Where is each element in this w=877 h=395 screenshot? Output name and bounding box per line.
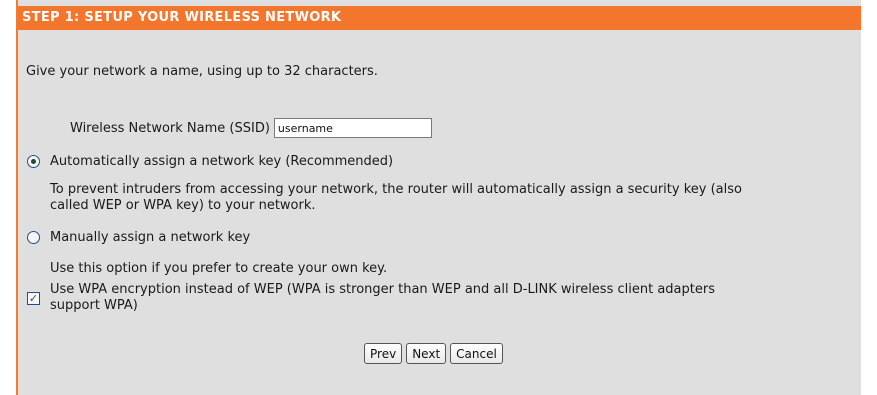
ssid-label: Wireless Network Name (SSID) bbox=[70, 120, 270, 136]
manual-key-description: Use this option if you prefer to create … bbox=[50, 261, 388, 276]
manual-key-option[interactable]: Manually assign a network key bbox=[27, 230, 250, 245]
auto-key-description: To prevent intruders from accessing your… bbox=[50, 182, 742, 214]
auto-key-description-line1: To prevent intruders from accessing your… bbox=[50, 182, 742, 197]
auto-key-description-line2: called WEP or WPA key) to your network. bbox=[50, 198, 316, 213]
manual-key-label: Manually assign a network key bbox=[50, 230, 251, 245]
radio-unselected-icon[interactable] bbox=[27, 231, 40, 244]
wpa-option[interactable]: ✓ Use WPA encryption instead of WEP (WPA… bbox=[27, 282, 820, 314]
wpa-label: Use WPA encryption instead of WEP (WPA i… bbox=[50, 282, 820, 314]
wizard-buttons: Prev Next Cancel bbox=[364, 343, 503, 364]
auto-key-label: Automatically assign a network key (Reco… bbox=[50, 154, 394, 169]
step-header: STEP 1: SETUP YOUR WIRELESS NETWORK bbox=[18, 6, 861, 30]
next-button[interactable]: Next bbox=[406, 343, 447, 364]
wpa-label-line2: support WPA) bbox=[50, 298, 138, 313]
wizard-panel: STEP 1: SETUP YOUR WIRELESS NETWORK Give… bbox=[16, 0, 861, 395]
ssid-input[interactable] bbox=[273, 118, 432, 138]
radio-selected-icon[interactable] bbox=[27, 155, 40, 168]
auto-key-option[interactable]: Automatically assign a network key (Reco… bbox=[27, 154, 393, 169]
ssid-row: Wireless Network Name (SSID) bbox=[70, 117, 432, 139]
wpa-label-line1: Use WPA encryption instead of WEP (WPA i… bbox=[50, 282, 715, 297]
cancel-button[interactable]: Cancel bbox=[450, 343, 503, 364]
intro-text: Give your network a name, using up to 32… bbox=[26, 64, 378, 79]
prev-button[interactable]: Prev bbox=[364, 343, 403, 364]
checkbox-checked-icon[interactable]: ✓ bbox=[27, 292, 40, 305]
